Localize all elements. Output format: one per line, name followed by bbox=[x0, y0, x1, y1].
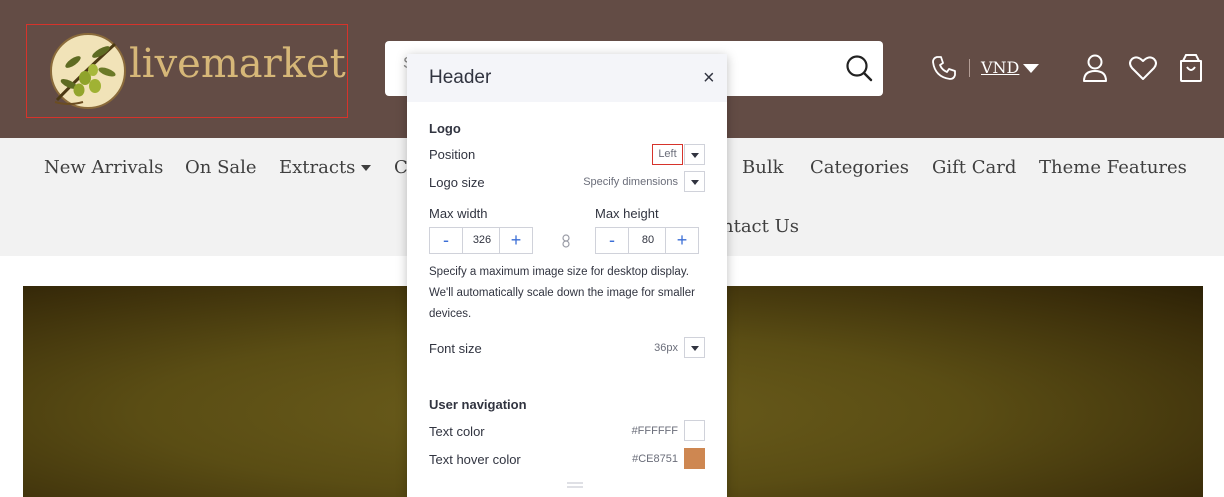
search-icon[interactable] bbox=[845, 54, 873, 82]
nav-on-sale[interactable]: On Sale bbox=[185, 157, 257, 178]
user-icon[interactable] bbox=[1082, 53, 1108, 83]
close-icon[interactable]: × bbox=[703, 67, 715, 90]
chevron-down-icon bbox=[361, 165, 372, 171]
help-text: Specify a maximum image size for desktop… bbox=[429, 266, 695, 320]
position-label: Position bbox=[429, 147, 476, 162]
link-icon[interactable] bbox=[561, 234, 571, 248]
nav-gift-card[interactable]: Gift Card bbox=[932, 157, 1016, 178]
text-color-value[interactable]: #FFFFFF bbox=[607, 425, 678, 437]
olive-branch-icon bbox=[50, 33, 126, 109]
font-size-select[interactable]: 36px bbox=[607, 342, 678, 354]
nav-theme-features[interactable]: Theme Features bbox=[1039, 157, 1187, 178]
nav-extracts-label: Extracts bbox=[279, 157, 356, 178]
panel-header: Header × bbox=[407, 54, 727, 102]
max-height-input[interactable]: 80 bbox=[630, 228, 666, 253]
phone-icon[interactable] bbox=[931, 55, 957, 81]
text-color-swatch[interactable] bbox=[684, 420, 705, 441]
chevron-down-icon[interactable] bbox=[1022, 63, 1040, 75]
site-logo[interactable]: livemarket bbox=[26, 24, 348, 118]
chevron-down-icon[interactable] bbox=[684, 171, 705, 192]
nav-categories[interactable]: Categories bbox=[810, 157, 909, 178]
section-heading-logo: Logo bbox=[429, 121, 461, 136]
chevron-down-icon[interactable] bbox=[684, 144, 705, 165]
logo-size-label: Logo size bbox=[429, 175, 485, 190]
text-color-label: Text color bbox=[429, 424, 485, 439]
nav-partial-item[interactable]: C bbox=[394, 157, 408, 178]
max-width-label: Max width bbox=[429, 206, 488, 221]
divider bbox=[969, 59, 970, 77]
text-hover-color-value[interactable]: #CE8751 bbox=[607, 453, 678, 465]
heart-icon[interactable] bbox=[1129, 55, 1157, 81]
nav-contact-us[interactable]: ntact Us bbox=[722, 216, 799, 237]
font-size-label: Font size bbox=[429, 341, 482, 356]
panel-title: Header bbox=[429, 67, 492, 88]
chevron-down-icon[interactable] bbox=[684, 337, 705, 358]
max-width-input[interactable]: 326 bbox=[464, 228, 500, 253]
drag-handle-icon[interactable] bbox=[567, 482, 583, 488]
currency-selector[interactable]: VND bbox=[981, 58, 1019, 77]
decrement-button[interactable]: - bbox=[596, 228, 629, 253]
increment-button[interactable]: + bbox=[499, 228, 532, 253]
shopping-bag-icon[interactable] bbox=[1178, 53, 1204, 83]
nav-extracts[interactable]: Extracts bbox=[279, 157, 372, 178]
logo-size-select[interactable]: Specify dimensions bbox=[547, 176, 678, 188]
position-select[interactable]: Left bbox=[652, 144, 683, 165]
section-heading-user-navigation: User navigation bbox=[429, 397, 527, 412]
nav-bulk[interactable]: Bulk bbox=[742, 157, 783, 178]
text-hover-color-swatch[interactable] bbox=[684, 448, 705, 469]
increment-button[interactable]: + bbox=[665, 228, 698, 253]
text-hover-color-label: Text hover color bbox=[429, 452, 521, 467]
max-height-stepper: - 80 + bbox=[595, 227, 699, 254]
max-height-label: Max height bbox=[595, 206, 659, 221]
max-width-stepper: - 326 + bbox=[429, 227, 533, 254]
header-settings-panel: Header × Logo Position Left Logo size Sp… bbox=[407, 54, 727, 497]
logo-wordmark: livemarket bbox=[129, 41, 346, 87]
decrement-button[interactable]: - bbox=[430, 228, 463, 253]
nav-new-arrivals[interactable]: New Arrivals bbox=[44, 157, 163, 178]
